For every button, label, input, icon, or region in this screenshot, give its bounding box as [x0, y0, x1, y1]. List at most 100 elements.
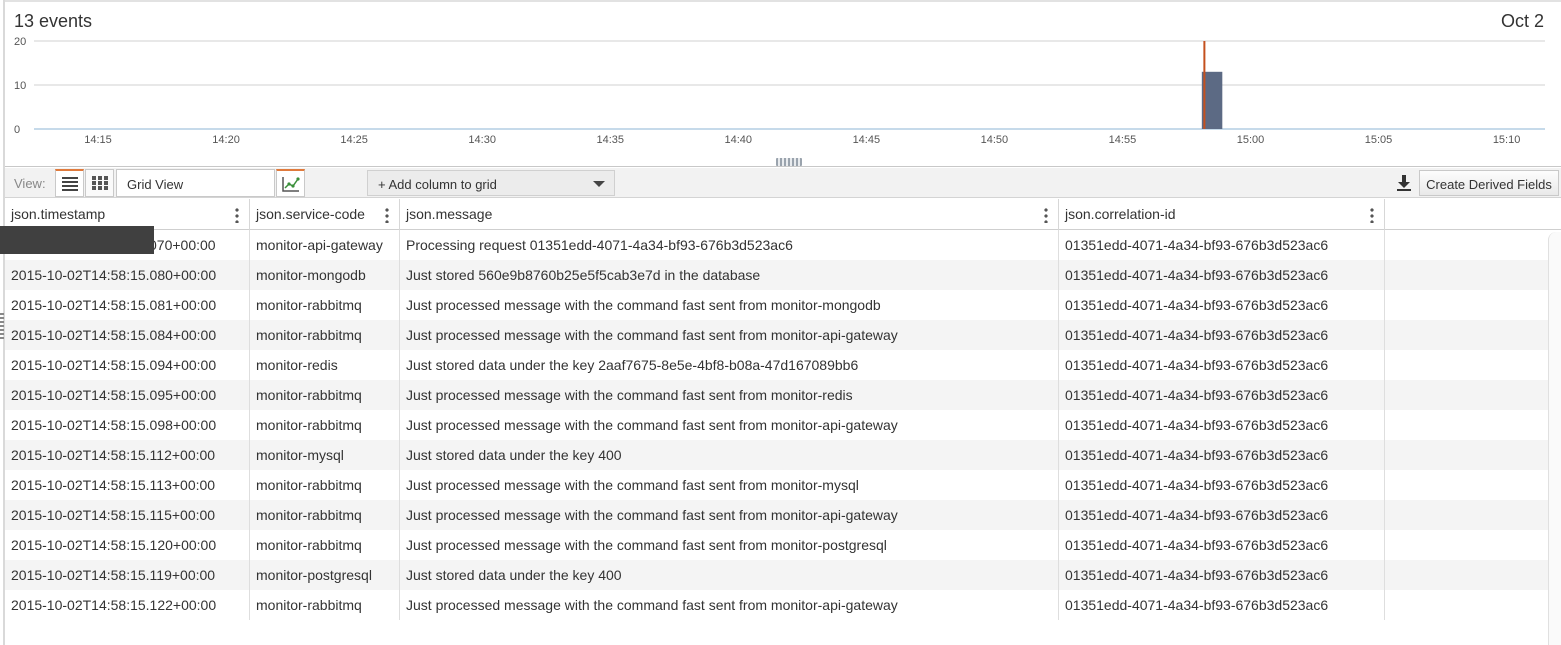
grid-header: json.timestamp json.service-code json.me…: [5, 199, 1561, 230]
cell-correlation-id: 01351edd-4071-4a34-bf93-676b3d523ac6: [1059, 380, 1385, 410]
grid-toolbar: View: Grid View + Add column to grid Cre…: [5, 168, 1561, 198]
table-row[interactable]: 2015-10-02T14:58:15.098+00:00 monitor-ra…: [5, 410, 1561, 440]
table-row[interactable]: 2015-10-02T14:58:15.115+00:00 monitor-ra…: [5, 500, 1561, 530]
x-tick-label: 15:05: [1365, 134, 1393, 146]
cell-service-code: monitor-mongodb: [250, 260, 400, 290]
cell-correlation-id: 01351edd-4071-4a34-bf93-676b3d523ac6: [1059, 560, 1385, 590]
column-menu-icon[interactable]: [385, 207, 389, 223]
x-tick-label: 14:15: [84, 134, 112, 146]
events-histogram[interactable]: 20 10 0 14:15 14:20 14:25 14:30 14:35 14:40 14:45…: [0, 30, 1561, 156]
cell-service-code: monitor-api-gateway: [250, 230, 400, 260]
x-tick-label: 15:00: [1237, 134, 1265, 146]
cell-service-code: monitor-rabbitmq: [250, 380, 400, 410]
cell-timestamp: 2015-10-02T14:58:15.122+00:00: [5, 590, 250, 620]
column-header-label: json.message: [406, 206, 493, 222]
grid-view-icon: [91, 176, 108, 190]
cell-correlation-id: 01351edd-4071-4a34-bf93-676b3d523ac6: [1059, 320, 1385, 350]
cell-correlation-id: 01351edd-4071-4a34-bf93-676b3d523ac6: [1059, 410, 1385, 440]
table-row[interactable]: 2015-10-02T14:58:15.119+00:00 monitor-po…: [5, 560, 1561, 590]
cell-message: Just processed message with the command …: [400, 530, 1059, 560]
column-menu-icon[interactable]: [235, 207, 239, 223]
cell-correlation-id: 01351edd-4071-4a34-bf93-676b3d523ac6: [1059, 290, 1385, 320]
cell-message: Just processed message with the command …: [400, 320, 1059, 350]
table-row[interactable]: 2015-10-02T14:58:15.080+00:00 monitor-mo…: [5, 260, 1561, 290]
cell-timestamp: 2015-10-02T14:58:15.119+00:00: [5, 560, 250, 590]
cell-service-code: monitor-rabbitmq: [250, 320, 400, 350]
cell-timestamp: 2015-10-02T14:58:15.113+00:00: [5, 470, 250, 500]
frame-top-edge: [3, 0, 1561, 2]
y-tick-label: 0: [14, 124, 20, 136]
cell-service-code: monitor-rabbitmq: [250, 290, 400, 320]
cell-correlation-id: 01351edd-4071-4a34-bf93-676b3d523ac6: [1059, 230, 1385, 260]
cell-timestamp: 2015-10-02T14:58:15.094+00:00: [5, 350, 250, 380]
cell-correlation-id: 01351edd-4071-4a34-bf93-676b3d523ac6: [1059, 530, 1385, 560]
column-header-service-code[interactable]: json.service-code: [250, 199, 400, 230]
column-menu-icon[interactable]: [1044, 207, 1048, 223]
y-tick-label: 10: [14, 80, 26, 92]
table-row[interactable]: 2015-10-02T14:58:15.095+00:00 monitor-ra…: [5, 380, 1561, 410]
cell-timestamp: 2015-10-02T14:58:15.115+00:00: [5, 500, 250, 530]
table-row[interactable]: 2015-10-02T14:58:15.112+00:00 monitor-my…: [5, 440, 1561, 470]
splitter-grip-icon[interactable]: [776, 158, 802, 166]
download-icon[interactable]: [1396, 174, 1412, 192]
table-row[interactable]: 070+00:00 monitor-api-gateway Processing…: [5, 230, 1561, 260]
cell-timestamp: 2015-10-02T14:58:15.084+00:00: [5, 320, 250, 350]
column-header-message[interactable]: json.message: [400, 199, 1059, 230]
side-resize-handle[interactable]: [0, 313, 4, 339]
x-tick-label: 14:55: [1109, 134, 1137, 146]
table-row[interactable]: 2015-10-02T14:58:15.084+00:00 monitor-ra…: [5, 320, 1561, 350]
vertical-scrollbar[interactable]: [1548, 232, 1561, 645]
table-row[interactable]: 2015-10-02T14:58:15.113+00:00 monitor-ra…: [5, 470, 1561, 500]
cell-message: Just processed message with the command …: [400, 290, 1059, 320]
cell-service-code: monitor-rabbitmq: [250, 500, 400, 530]
cell-service-code: monitor-mysql: [250, 440, 400, 470]
cell-service-code: monitor-postgresql: [250, 560, 400, 590]
results-grid: json.timestamp json.service-code json.me…: [0, 199, 1561, 620]
cell-service-code: monitor-redis: [250, 350, 400, 380]
cell-timestamp: 2015-10-02T14:58:15.095+00:00: [5, 380, 250, 410]
x-tick-label: 14:45: [853, 134, 881, 146]
grid-view-button[interactable]: [85, 169, 114, 197]
cell-correlation-id: 01351edd-4071-4a34-bf93-676b3d523ac6: [1059, 470, 1385, 500]
table-row[interactable]: 2015-10-02T14:58:15.120+00:00 monitor-ra…: [5, 530, 1561, 560]
list-view-button[interactable]: [55, 169, 84, 197]
create-derived-fields-button[interactable]: Create Derived Fields: [1419, 170, 1559, 196]
x-tick-label: 14:30: [468, 134, 496, 146]
x-tick-label: 15:10: [1493, 134, 1521, 146]
cell-message: Just processed message with the command …: [400, 410, 1059, 440]
line-chart-icon: [281, 176, 300, 192]
view-label: View:: [14, 176, 46, 191]
cell-timestamp: 2015-10-02T14:58:15.112+00:00: [5, 440, 250, 470]
table-row[interactable]: 2015-10-02T14:58:15.081+00:00 monitor-ra…: [5, 290, 1561, 320]
column-menu-icon[interactable]: [1370, 207, 1374, 223]
x-tick-label: 14:35: [596, 134, 624, 146]
cell-message: Just processed message with the command …: [400, 470, 1059, 500]
cell-correlation-id: 01351edd-4071-4a34-bf93-676b3d523ac6: [1059, 350, 1385, 380]
table-row[interactable]: 2015-10-02T14:58:15.122+00:00 monitor-ra…: [5, 590, 1561, 620]
cell-correlation-id: 01351edd-4071-4a34-bf93-676b3d523ac6: [1059, 500, 1385, 530]
chevron-down-icon: [593, 181, 605, 187]
y-tick-label: 20: [14, 36, 26, 48]
cell-message: Just stored 560e9b8760b25e5f5cab3e7d in …: [400, 260, 1059, 290]
cell-timestamp: 2015-10-02T14:58:15.081+00:00: [5, 290, 250, 320]
x-tick-label: 14:20: [212, 134, 240, 146]
cell-message: Just processed message with the command …: [400, 590, 1059, 620]
cell-service-code: monitor-rabbitmq: [250, 470, 400, 500]
column-header-label: json.correlation-id: [1065, 206, 1176, 222]
x-tick-label: 14:40: [725, 134, 753, 146]
cell-correlation-id: 01351edd-4071-4a34-bf93-676b3d523ac6: [1059, 590, 1385, 620]
table-row[interactable]: 2015-10-02T14:58:15.094+00:00 monitor-re…: [5, 350, 1561, 380]
add-column-dropdown[interactable]: + Add column to grid: [367, 170, 615, 196]
cell-message: Just processed message with the command …: [400, 500, 1059, 530]
column-header-label: json.timestamp: [11, 206, 106, 222]
cell-service-code: monitor-rabbitmq: [250, 530, 400, 560]
add-column-label: + Add column to grid: [378, 177, 497, 192]
chart-grid-splitter[interactable]: [5, 157, 1561, 167]
view-name-field[interactable]: Grid View: [116, 169, 275, 197]
list-view-icon: [61, 176, 78, 191]
column-header-correlation-id[interactable]: json.correlation-id: [1059, 199, 1385, 230]
column-header-label: json.service-code: [256, 206, 365, 222]
chart-view-button[interactable]: [276, 169, 305, 197]
date-label: Oct 2: [1500, 11, 1544, 31]
cell-message: Just stored data under the key 400: [400, 560, 1059, 590]
